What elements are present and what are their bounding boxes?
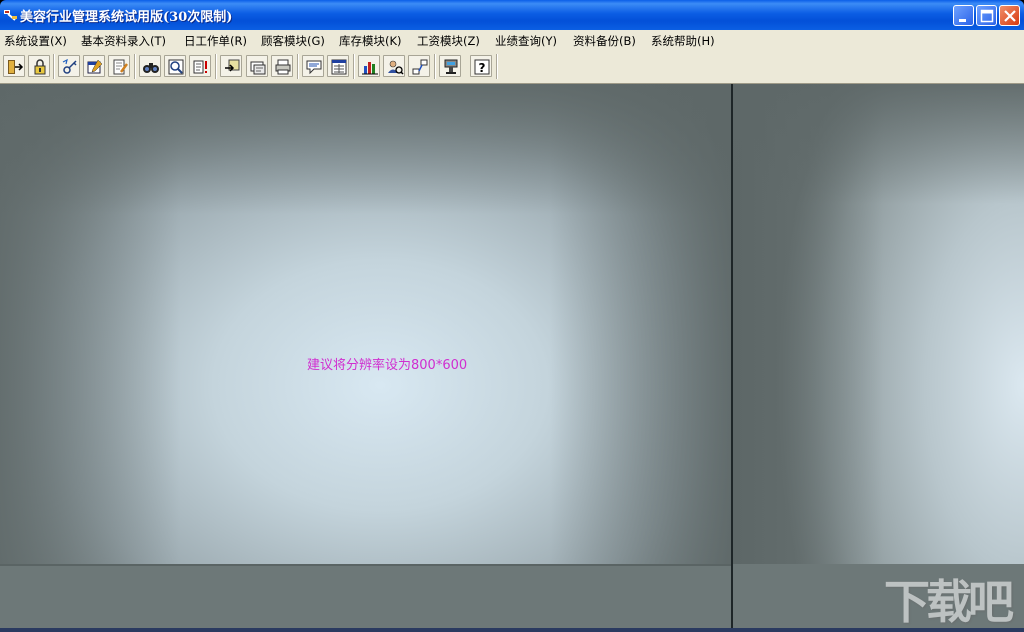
exit-button[interactable] — [3, 55, 25, 77]
left-panel: 建议将分辨率设为800*600 — [0, 84, 731, 632]
toolbar-separator — [496, 54, 498, 79]
menu-system-settings[interactable]: 系统设置(X) — [4, 33, 67, 49]
menu-inventory-module[interactable]: 库存模块(K) — [339, 33, 402, 49]
toolbar: ? — [0, 50, 1024, 84]
password-icon — [62, 58, 77, 74]
alert-button[interactable] — [189, 55, 211, 77]
report-button[interactable] — [327, 55, 349, 77]
window-bottom-border — [0, 628, 1024, 632]
toolbar-separator — [53, 54, 55, 79]
bevel-background — [733, 84, 1024, 632]
lock-button[interactable] — [28, 55, 50, 77]
svg-text:?: ? — [479, 61, 486, 75]
menu-customer-module[interactable]: 顾客模块(G) — [261, 33, 325, 49]
card-button[interactable] — [246, 55, 268, 77]
preview-icon — [168, 59, 184, 75]
menu-performance-query[interactable]: 业绩查询(Y) — [495, 33, 557, 49]
print-button[interactable] — [271, 55, 293, 77]
maximize-icon — [980, 9, 994, 23]
edit-icon — [113, 59, 128, 75]
lock-icon — [34, 59, 46, 75]
calendar-icon — [87, 59, 103, 74]
server-button[interactable] — [439, 55, 461, 77]
toolbar-separator — [297, 54, 299, 79]
main-client-area: 建议将分辨率设为800*600 下载吧 — [0, 84, 1024, 632]
speech-icon — [306, 60, 322, 75]
resolution-hint: 建议将分辨率设为800*600 — [307, 358, 468, 373]
binoculars-icon — [143, 63, 159, 73]
find-button[interactable] — [139, 55, 161, 77]
minimize-button[interactable] — [953, 5, 974, 26]
menu-bar: 系统设置(X) 基本资料录入(T) 日工作单(R) 顾客模块(G) 库存模块(K… — [0, 30, 1024, 50]
server-icon — [444, 59, 458, 74]
window-title: 美容行业管理系统试用版(30次限制) — [20, 10, 233, 25]
chart-icon — [362, 62, 378, 75]
minimize-icon — [959, 19, 966, 22]
watermark-logo: 下载吧 — [884, 575, 1014, 629]
calendar-button[interactable] — [83, 55, 105, 77]
menu-data-backup[interactable]: 资料备份(B) — [573, 33, 636, 49]
toolbar-separator — [134, 54, 136, 79]
message-button[interactable] — [302, 55, 324, 77]
search-user-icon — [388, 60, 404, 75]
help-button[interactable]: ? — [470, 55, 492, 77]
chart-button[interactable] — [358, 55, 380, 77]
right-panel: 下载吧 — [733, 84, 1024, 632]
exit-icon — [8, 60, 24, 74]
maximize-button[interactable] — [976, 5, 997, 26]
report-icon — [331, 59, 347, 75]
menu-basic-data-entry[interactable]: 基本资料录入(T) — [81, 33, 166, 49]
card-icon — [250, 61, 266, 75]
menu-salary-module[interactable]: 工资模块(Z) — [417, 33, 480, 49]
print-icon — [275, 59, 291, 75]
help-icon: ? — [474, 59, 490, 75]
menu-system-help[interactable]: 系统帮助(H) — [651, 33, 715, 49]
change-password-button[interactable] — [58, 55, 80, 77]
preview-button[interactable] — [164, 55, 186, 77]
title-bar[interactable]: 美容行业管理系统试用版(30次限制) — [0, 0, 1024, 30]
edit-button[interactable] — [108, 55, 130, 77]
network-button[interactable] — [408, 55, 430, 77]
toolbar-separator — [353, 54, 355, 79]
transfer-icon — [225, 59, 240, 72]
toolbar-separator — [215, 54, 217, 79]
network-icon — [412, 59, 428, 75]
close-button[interactable] — [999, 5, 1020, 26]
transfer-button[interactable] — [220, 55, 242, 77]
search-customer-button[interactable] — [383, 55, 405, 77]
close-icon — [1004, 10, 1016, 22]
app-tools-icon[interactable] — [3, 8, 18, 22]
alert-icon — [193, 60, 207, 74]
menu-daily-worksheet[interactable]: 日工作单(R) — [184, 33, 247, 49]
toolbar-separator — [434, 54, 436, 79]
